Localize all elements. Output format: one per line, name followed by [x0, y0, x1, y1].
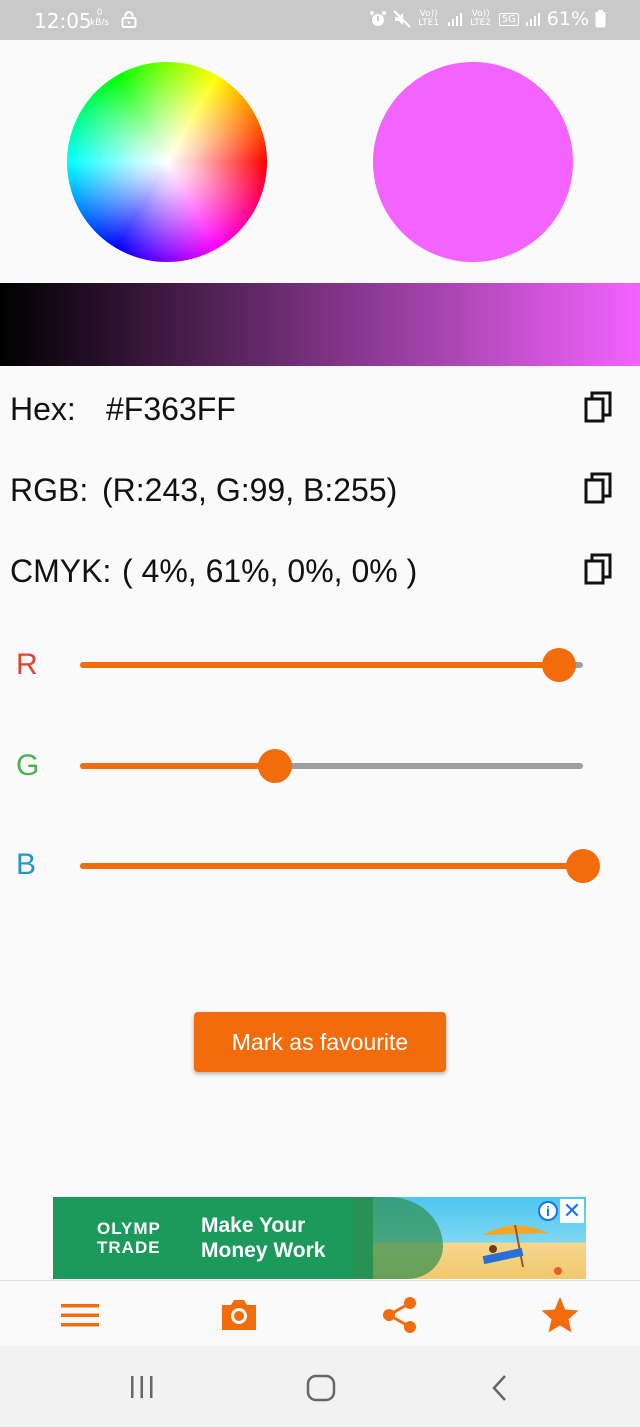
alarm-icon [369, 11, 386, 26]
brightness-gradient-bar[interactable] [0, 283, 640, 366]
cmyk-label: CMYK: [10, 553, 112, 589]
ad-headline-line1: Make Your [201, 1214, 306, 1237]
copy-hex-icon[interactable] [584, 391, 614, 423]
b-slider[interactable] [80, 849, 600, 883]
sim2-label: Vo)) LTE2 [470, 9, 491, 28]
ad-close-icon[interactable]: ✕ [560, 1199, 584, 1223]
rgb-label: RGB: [10, 472, 89, 508]
g-slider-fill [80, 763, 276, 769]
net-speed-value: 0 [96, 8, 103, 18]
mark-favourite-button[interactable]: Mark as favourite [194, 1012, 446, 1072]
g-slider-label: G [16, 749, 40, 782]
mute-icon [392, 10, 411, 28]
r-slider[interactable] [80, 648, 583, 682]
g-slider[interactable] [80, 749, 583, 783]
r-slider-thumb[interactable] [542, 648, 577, 682]
share-icon[interactable] [380, 1295, 420, 1335]
hex-value: #F363FF [106, 391, 236, 427]
b-slider-thumb[interactable] [566, 849, 600, 883]
cmyk-value: ( 4%, 61%, 0%, 0% ) [122, 553, 418, 589]
ad-banner[interactable]: OLYMP TRADE Make Your Money Work i ✕ [53, 1197, 586, 1279]
camera-icon[interactable] [219, 1295, 259, 1335]
rgb-row: RGB: (R:243, G:99, B:255) [10, 468, 620, 508]
status-icons: Vo)) LTE1 Vo)) LTE2 5G 61% [369, 8, 606, 30]
back-icon[interactable] [490, 1374, 510, 1402]
color-wheel[interactable] [67, 62, 267, 262]
b-slider-label: B [16, 848, 37, 881]
battery-percent: 61% [546, 8, 589, 30]
r-slider-fill [80, 662, 560, 668]
home-icon[interactable] [306, 1374, 336, 1402]
network-badge: 5G [498, 12, 519, 26]
ad-headline: Make Your Money Work [201, 1213, 325, 1263]
ad-info-icon[interactable]: i [538, 1201, 558, 1221]
color-preview-swatch [373, 62, 573, 262]
net-speed-unit: kB/s [90, 18, 110, 28]
cmyk-row: CMYK: ( 4%, 61%, 0%, 0% ) [10, 549, 620, 589]
copy-rgb-icon[interactable] [584, 472, 614, 504]
battery-icon [595, 10, 606, 28]
status-time: 12:05 [34, 9, 92, 33]
rgb-value: (R:243, G:99, B:255) [102, 472, 398, 508]
ad-headline-line2: Money Work [201, 1239, 326, 1262]
r-slider-label: R [16, 648, 38, 681]
ad-logo: OLYMP TRADE [97, 1219, 161, 1257]
net-speed: 0 kB/s [90, 8, 109, 28]
signal-icon [447, 13, 462, 26]
status-bar: 12:05 0 kB/s Vo)) LTE1 Vo)) LTE2 5G 61% [0, 0, 640, 40]
g-slider-thumb[interactable] [258, 749, 293, 783]
copy-cmyk-icon[interactable] [584, 553, 614, 585]
bottom-toolbar [0, 1280, 640, 1346]
star-icon[interactable] [540, 1295, 580, 1335]
hex-label: Hex: [10, 391, 76, 427]
lock-icon [121, 11, 137, 28]
recent-apps-icon[interactable] [128, 1374, 156, 1400]
menu-icon[interactable] [60, 1295, 100, 1335]
signal-icon [525, 13, 540, 26]
sim1-label: Vo)) LTE1 [418, 9, 439, 28]
b-slider-fill [80, 863, 583, 869]
system-nav-bar [0, 1346, 640, 1427]
ad-logo-line1: OLYMP [97, 1219, 161, 1238]
ad-logo-line2: TRADE [97, 1238, 161, 1257]
hex-row: Hex: #F363FF [10, 387, 620, 427]
